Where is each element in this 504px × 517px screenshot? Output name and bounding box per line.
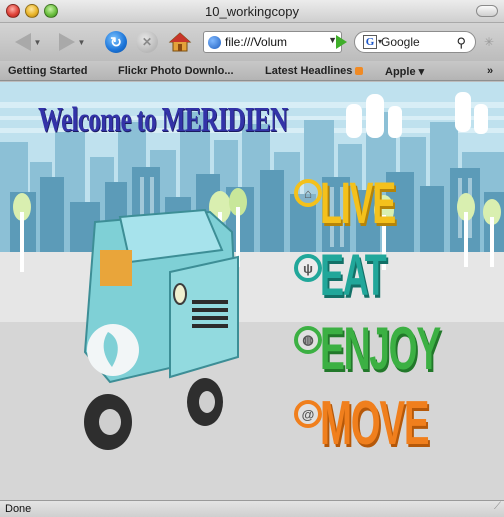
bookmark-latest-headlines-label: Latest Headlines	[265, 65, 353, 77]
resize-grip-icon[interactable]: ⟋	[494, 499, 501, 515]
bookmark-flickr[interactable]: Flickr Photo Downlo...	[118, 65, 234, 77]
navigation-toolbar: ▼ ▼ ↻ ✕ file:///Volum ▼ G ▾ Google ⚲ ✳	[0, 23, 504, 61]
home-icon: ⌂	[304, 185, 312, 201]
menu-eat-link[interactable]: EAT	[320, 242, 387, 309]
go-icon	[335, 35, 347, 49]
toolbar-toggle-button[interactable]	[476, 5, 498, 17]
bookmark-apple[interactable]: Apple ▾	[385, 65, 424, 78]
reload-icon: ↻	[105, 31, 127, 53]
browser-window: 10_workingcopy ▼ ▼ ↻ ✕ file:///Volum ▼ G…	[0, 0, 504, 517]
bookmark-latest-headlines[interactable]: Latest Headlines	[265, 65, 364, 77]
enjoy-ring-icon[interactable]: ◍	[294, 326, 322, 354]
globe-icon	[208, 35, 221, 49]
menu-move-link[interactable]: MOVE	[320, 388, 429, 459]
eat-ring-icon[interactable]: ψ	[294, 254, 322, 282]
stop-icon: ✕	[136, 31, 158, 53]
bookmark-getting-started[interactable]: Getting Started	[8, 65, 87, 77]
address-text: file:///Volum	[225, 35, 288, 49]
chevron-down-icon: ▼	[33, 37, 42, 47]
move-ring-icon[interactable]: @	[294, 400, 322, 428]
status-text: Done	[5, 503, 32, 515]
rss-icon	[355, 67, 364, 76]
welcome-heading: Welcome to MERIDIEN	[38, 100, 288, 139]
search-icon[interactable]: ⚲	[456, 35, 466, 51]
back-arrow-icon	[14, 33, 31, 51]
search-engine-label: Google	[381, 35, 420, 49]
menu-enjoy-link[interactable]: ENJOY	[320, 314, 441, 383]
live-ring-icon[interactable]: ⌂	[294, 179, 322, 207]
bag-icon: ◍	[302, 332, 314, 347]
stop-button[interactable]: ✕	[135, 31, 159, 53]
chevron-down-icon: ▼	[77, 37, 86, 47]
status-bar: Done ⟋	[0, 500, 504, 517]
home-button[interactable]	[166, 31, 194, 53]
google-icon[interactable]: G	[363, 35, 377, 49]
title-bar: 10_workingcopy	[0, 0, 504, 23]
bookmarks-bar: Getting Started Flickr Photo Downlo... L…	[0, 61, 504, 81]
forward-arrow-icon	[58, 33, 75, 51]
menu-live-link[interactable]: LIVE	[320, 170, 396, 237]
forward-button[interactable]: ▼	[54, 31, 90, 53]
back-button[interactable]: ▼	[10, 31, 46, 53]
address-bar[interactable]: file:///Volum ▼	[203, 31, 342, 53]
go-button[interactable]	[330, 31, 352, 53]
home-icon	[168, 32, 192, 52]
search-field[interactable]: G ▾ Google ⚲	[354, 31, 476, 53]
chevron-down-icon: ▾	[378, 37, 383, 46]
activity-spinner-icon: ✳	[484, 35, 495, 49]
web-content: Welcome to MERIDIEN ⌂ ψ ◍ @ LIVE EAT ENJ…	[0, 82, 504, 500]
reload-button[interactable]: ↻	[104, 31, 128, 53]
window-title: 10_workingcopy	[205, 4, 299, 19]
spiral-icon: @	[301, 406, 315, 422]
fork-icon: ψ	[303, 260, 313, 276]
bookmarks-overflow-button[interactable]: »	[487, 65, 493, 77]
